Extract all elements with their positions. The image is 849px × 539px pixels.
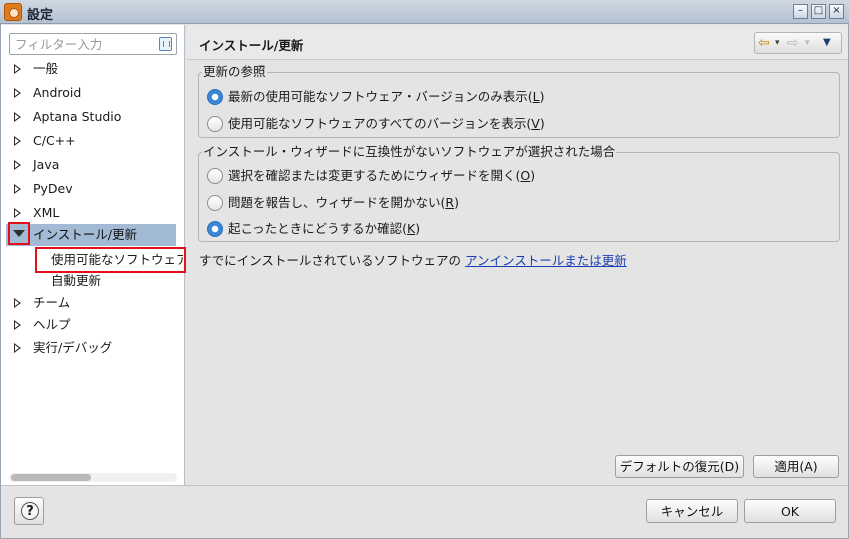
uninstall-line: すでにインストールされているソフトウェアの アンインストールまたは更新 bbox=[199, 250, 627, 269]
cancel-button[interactable]: キャンセル bbox=[646, 499, 738, 523]
tree-item-automatic-updates[interactable]: 自動更新 bbox=[51, 270, 171, 292]
uninstall-text: すでにインストールされているソフトウェアの bbox=[199, 253, 465, 268]
clear-filter-icon[interactable] bbox=[159, 37, 172, 51]
radio-label: 最新の使用可能なソフトウェア・バージョンのみ表示(L) bbox=[228, 89, 545, 104]
restore-defaults-button[interactable]: デフォルトの復元(D) bbox=[615, 455, 744, 478]
expand-arrow-icon[interactable] bbox=[14, 112, 21, 122]
group-title: インストール・ウィザードに互換性がないソフトウェアが選択された場合 bbox=[202, 144, 617, 160]
page-header: インストール/更新 ⇦ ▾ ⇨ ▾ ▼ bbox=[187, 25, 848, 60]
expand-arrow-icon[interactable] bbox=[14, 184, 21, 194]
tree-item-team[interactable]: チーム bbox=[1, 292, 184, 314]
radio-label: 使用可能なソフトウェアのすべてのバージョンを表示(V) bbox=[228, 116, 545, 131]
tree-item-xml[interactable]: XML bbox=[1, 202, 184, 224]
back-history-dropdown-icon[interactable]: ▾ bbox=[775, 35, 780, 51]
tree-item-label: Java bbox=[33, 157, 60, 172]
radio-label: 起こったときにどうするか確認(K) bbox=[228, 221, 421, 236]
scrollbar-thumb[interactable] bbox=[11, 474, 91, 481]
tree-item-label: 実行/デバッグ bbox=[33, 340, 113, 355]
collapse-arrow-icon[interactable] bbox=[8, 222, 30, 245]
uninstall-or-update-link[interactable]: アンインストールまたは更新 bbox=[465, 253, 627, 268]
filter-field bbox=[9, 33, 177, 55]
settings-gear-icon bbox=[4, 3, 22, 21]
expand-arrow-icon[interactable] bbox=[14, 160, 21, 170]
page-navigation: ⇦ ▾ ⇨ ▾ ▼ bbox=[754, 32, 842, 54]
expand-arrow-icon[interactable] bbox=[14, 208, 21, 218]
tree-item-java[interactable]: Java bbox=[1, 154, 184, 176]
tree-item-c-cpp[interactable]: C/C++ bbox=[1, 130, 184, 152]
minimize-button[interactable]: – bbox=[793, 4, 808, 19]
tree-item-general[interactable]: 一般 bbox=[1, 58, 184, 80]
view-menu-icon[interactable]: ▼ bbox=[823, 35, 831, 51]
tree-item-label: 使用可能なソフトウェア bbox=[51, 252, 183, 267]
filter-input[interactable] bbox=[13, 36, 153, 52]
tree-item-aptana-studio[interactable]: Aptana Studio bbox=[1, 106, 184, 128]
wizard-compatibility-group: インストール・ウィザードに互換性がないソフトウェアが選択された場合 選択を確認ま… bbox=[198, 144, 840, 242]
back-arrow-icon[interactable]: ⇦ bbox=[758, 35, 770, 51]
footer-divider bbox=[1, 485, 848, 486]
help-icon: ? bbox=[21, 502, 39, 520]
radio-label: 問題を報告し、ウィザードを開かない(R) bbox=[228, 195, 459, 210]
tree-item-label: Android bbox=[33, 85, 82, 100]
help-button[interactable]: ? bbox=[14, 497, 44, 525]
tree-item-label: インストール/更新 bbox=[33, 227, 137, 242]
tree-item-label: PyDev bbox=[33, 181, 73, 196]
tree-item-label: Aptana Studio bbox=[33, 109, 122, 124]
apply-button[interactable]: 適用(A) bbox=[753, 455, 839, 478]
expand-arrow-icon[interactable] bbox=[14, 343, 21, 353]
expand-arrow-icon[interactable] bbox=[14, 88, 21, 98]
tree-item-label: 一般 bbox=[33, 61, 59, 76]
ok-button[interactable]: OK bbox=[744, 499, 836, 523]
window-title: 設定 bbox=[27, 8, 54, 23]
expand-arrow-icon[interactable] bbox=[14, 64, 21, 74]
forward-arrow-icon[interactable]: ⇨ bbox=[787, 35, 799, 51]
page-title: インストール/更新 bbox=[199, 38, 304, 53]
radio-button-checked[interactable] bbox=[207, 89, 223, 105]
radio-button[interactable] bbox=[207, 195, 223, 211]
tree-item-android[interactable]: Android bbox=[1, 82, 184, 104]
tree-item-label: ヘルプ bbox=[33, 317, 71, 332]
radio-label: 選択を確認または変更するためにウィザードを開く(O) bbox=[228, 168, 536, 183]
tree-item-install-update[interactable]: インストール/更新 bbox=[6, 224, 176, 246]
expand-arrow-icon[interactable] bbox=[14, 136, 21, 146]
forward-history-dropdown-icon[interactable]: ▾ bbox=[805, 35, 810, 51]
expand-arrow-icon[interactable] bbox=[14, 298, 21, 308]
tree-item-label: チーム bbox=[33, 295, 71, 310]
tree-item-help[interactable]: ヘルプ bbox=[1, 314, 184, 336]
group-title: 更新の参照 bbox=[202, 64, 267, 80]
radio-button[interactable] bbox=[207, 168, 223, 184]
update-browse-group: 更新の参照 最新の使用可能なソフトウェア・バージョンのみ表示(L) 使用可能なソ… bbox=[198, 64, 840, 138]
preference-tree-pane: 一般 Android Aptana Studio C/C++ Java PyDe… bbox=[1, 25, 186, 485]
tree-item-label: XML bbox=[33, 205, 60, 220]
tree-item-label: C/C++ bbox=[33, 133, 76, 148]
maximize-button[interactable]: □ bbox=[811, 4, 826, 19]
tree-item-run-debug[interactable]: 実行/デバッグ bbox=[1, 337, 184, 359]
title-bar: 設定 – □ × bbox=[0, 0, 849, 24]
radio-button-checked[interactable] bbox=[207, 221, 223, 237]
tree-horizontal-scrollbar[interactable] bbox=[9, 473, 177, 482]
close-button[interactable]: × bbox=[829, 4, 844, 19]
tree-item-pydev[interactable]: PyDev bbox=[1, 178, 184, 200]
expand-arrow-icon[interactable] bbox=[14, 320, 21, 330]
radio-button[interactable] bbox=[207, 116, 223, 132]
